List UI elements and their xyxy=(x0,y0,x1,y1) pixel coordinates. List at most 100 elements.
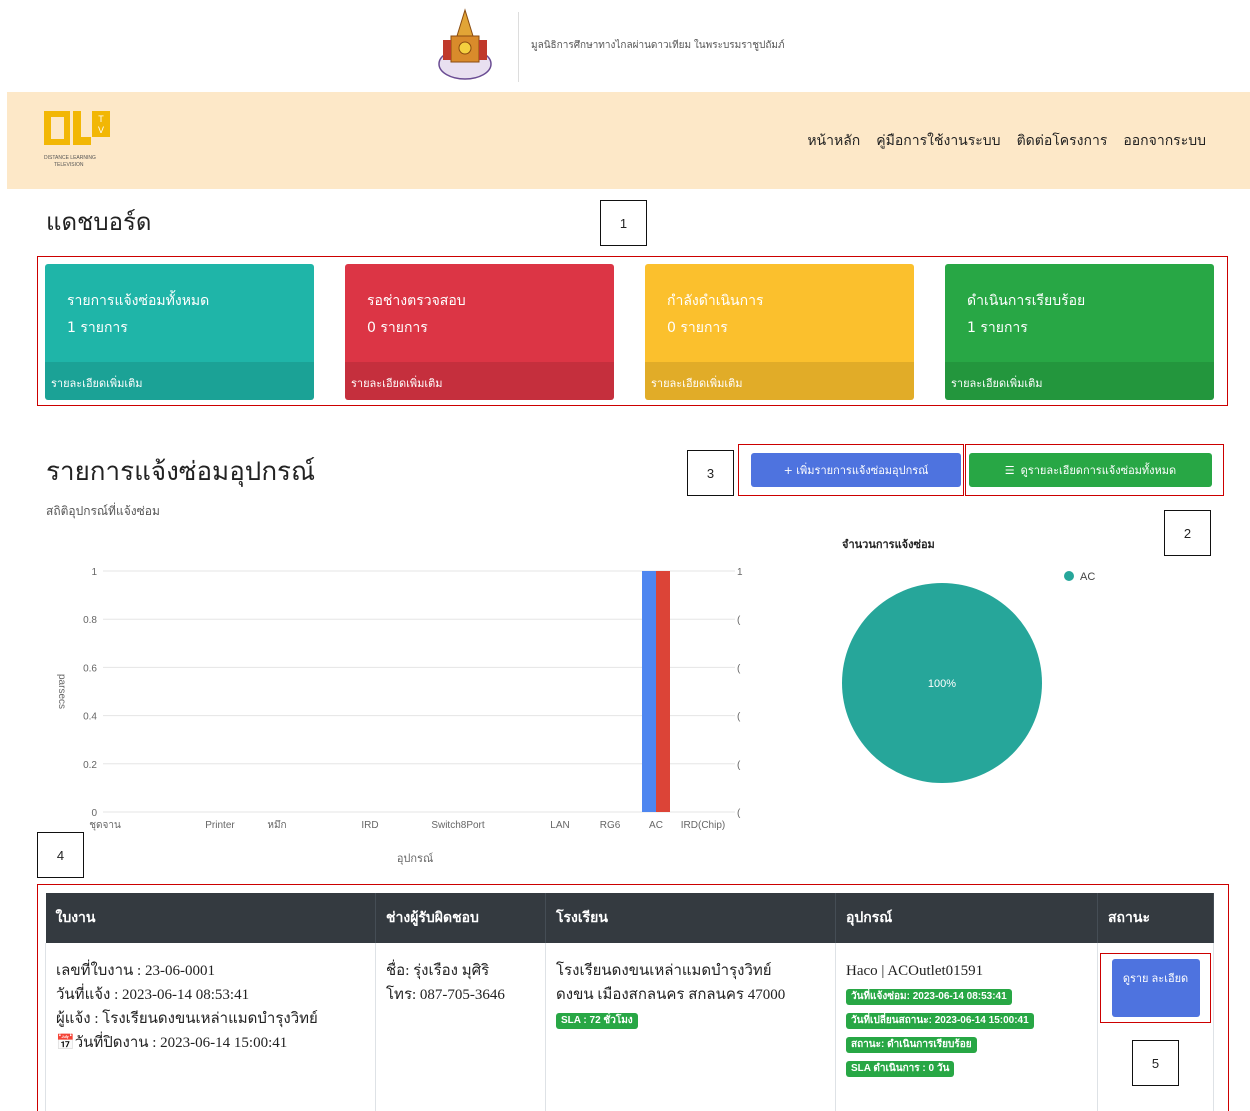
card-title: รายการแจ้งซ่อมทั้งหมด xyxy=(67,293,210,309)
x-tick-label: Switch8Port xyxy=(431,820,485,831)
card-count: 0 รายการ xyxy=(667,320,728,336)
pie-legend-label: AC xyxy=(1080,571,1095,583)
school-address: ดงขน เมืองสกลนคร สกลนคร 47000 xyxy=(556,987,786,1003)
pie-slice-label: 100% xyxy=(928,678,956,690)
close-date-line: 📅วันที่ปิดงาน : 2023-06-14 15:00:41 xyxy=(56,1031,365,1055)
sla-badge: SLA : 72 ชั่วโมง xyxy=(556,1013,638,1029)
foundation-name: มูลนิธิการศึกษาทางไกลผ่านดาวเทียม ในพระบ… xyxy=(531,40,785,51)
dltv-logo-caption: DISTANCE LEARNING xyxy=(44,155,96,161)
x-axis-label: อุปกรณ์ xyxy=(397,852,433,865)
card-all-requests: รายการแจ้งซ่อมทั้งหมด 1 รายการ รายละเอีย… xyxy=(45,264,314,400)
navbar: T V DISTANCE LEARNING TELEVISION หน้าหลั… xyxy=(7,92,1250,189)
col-device: อุปกรณ์ xyxy=(835,893,1098,943)
school-name: โรงเรียนดงขนเหล่าแมดบำรุงวิทย์ xyxy=(556,963,772,979)
card-title: ดำเนินการเรียบร้อย xyxy=(967,293,1086,309)
badge-report-date: วันที่แจ้งซ่อม: 2023-06-14 08:53:41 xyxy=(846,989,1012,1005)
card-more-link[interactable]: รายละเอียดเพิ่มเติม xyxy=(345,362,614,400)
card-completed: ดำเนินการเรียบร้อย 1 รายการ รายละเอียดเพ… xyxy=(945,264,1214,400)
bar-AC-0 xyxy=(642,571,656,812)
y-tick-label: 1 xyxy=(91,567,97,578)
card-waiting-inspection: รอช่างตรวจสอบ 0 รายการ รายละเอียดเพิ่มเต… xyxy=(345,264,614,400)
x-tick-label: IRD xyxy=(361,820,378,831)
view-all-label: ดูรายละเอียดการแจ้งซ่อมทั้งหมด xyxy=(1020,464,1177,477)
y-tick-label: 0.4 xyxy=(83,712,97,723)
dltv-logo-t: T xyxy=(98,114,104,124)
dltv-logo-v: V xyxy=(98,125,104,135)
technician-phone: โทร: 087-705-3646 xyxy=(386,987,505,1003)
y2-tick-label: ( xyxy=(737,808,741,819)
report-date: วันที่แจ้ง : 2023-06-14 08:53:41 xyxy=(56,987,250,1003)
section-title: รายการแจ้งซ่อมอุปกรณ์ xyxy=(46,457,316,487)
calendar-icon: 📅 xyxy=(56,1035,75,1051)
table-header-row: ใบงาน ช่างผู้รับผิดชอบ โรงเรียน อุปกรณ์ … xyxy=(45,893,1214,943)
col-school: โรงเรียน xyxy=(545,893,836,943)
y-tick-label: 0.8 xyxy=(83,615,97,626)
card-title: รอช่างตรวจสอบ xyxy=(367,293,466,309)
header-divider xyxy=(518,12,519,82)
nav-manual[interactable]: คู่มือการใช้งานระบบ xyxy=(876,130,1000,152)
dltv-logo-caption2: TELEVISION xyxy=(54,162,84,168)
list-icon: ☰ xyxy=(1004,463,1015,477)
cell-job: เลขที่ใบงาน : 23-06-0001 วันที่แจ้ง : 20… xyxy=(45,943,376,1111)
y2-tick-label: ( xyxy=(737,663,741,674)
x-tick-label: หมึก xyxy=(267,819,286,831)
pie-title: จำนวนการแจ้งซ่อม xyxy=(842,538,935,551)
card-count: 0 รายการ xyxy=(367,320,428,336)
view-all-repairs-button[interactable]: ☰ ดูรายละเอียดการแจ้งซ่อมทั้งหมด xyxy=(969,453,1212,487)
callout-number-1: 1 xyxy=(600,200,647,246)
nav-contact[interactable]: ติดต่อโครงการ xyxy=(1017,130,1108,152)
x-tick-label: AC xyxy=(649,820,663,831)
card-more-link[interactable]: รายละเอียดเพิ่มเติม xyxy=(645,362,914,400)
pie-legend-swatch xyxy=(1064,571,1074,581)
card-count: 1 รายการ xyxy=(67,320,128,336)
col-status: สถานะ xyxy=(1097,893,1214,943)
card-title: กำลังดำเนินการ xyxy=(667,293,764,309)
cell-device: Haco | ACOutlet01591 วันที่แจ้งซ่อม: 202… xyxy=(835,943,1098,1111)
page-title: แดชบอร์ด xyxy=(46,208,152,236)
callout-number-2: 2 xyxy=(1164,510,1211,556)
reporter: ผู้แจ้ง : โรงเรียนดงขนเหล่าแมดบำรุงวิทย์ xyxy=(56,1011,318,1027)
badge-status-change: วันที่เปลี่ยนสถานะ: 2023-06-14 15:00:41 xyxy=(846,1013,1034,1029)
badge-status: สถานะ: ดำเนินการเรียบร้อย xyxy=(846,1037,977,1053)
job-number: เลขที่ใบงาน : 23-06-0001 xyxy=(56,963,215,979)
pie-chart: จำนวนการแจ้งซ่อม 100% AC xyxy=(842,538,1095,783)
close-date: วันที่ปิดงาน : 2023-06-14 15:00:41 xyxy=(74,1035,288,1051)
bar-chart: 1 1 0.8 (0.6 (0.4 (0.2 (0 (ชุดจาน Printer หมึก IRD… xyxy=(56,567,743,865)
x-tick-label: RG6 xyxy=(600,820,621,831)
callout-number-4: 4 xyxy=(37,832,84,878)
y-axis-label: parsecs xyxy=(56,674,67,709)
table-row: เลขที่ใบงาน : 23-06-0001 วันที่แจ้ง : 20… xyxy=(45,943,1214,1111)
card-more-link[interactable]: รายละเอียดเพิ่มเติม xyxy=(945,362,1214,400)
x-tick-label: Printer xyxy=(205,820,235,831)
y-tick-label: 0 xyxy=(91,808,97,819)
card-count: 1 รายการ xyxy=(967,320,1028,336)
technician-name: ชื่อ: รุ่งเรือง มุศิริ xyxy=(386,963,490,979)
cell-technician: ชื่อ: รุ่งเรือง มุศิริ โทร: 087-705-3646 xyxy=(375,943,546,1111)
x-tick-label: ชุดจาน xyxy=(89,820,121,831)
y2-tick-label: ( xyxy=(737,712,741,723)
y2-tick-label: 1 xyxy=(737,567,743,578)
header-band: มูลนิธิการศึกษาทางไกลผ่านดาวเทียม ในพระบ… xyxy=(0,0,1250,90)
dltv-logo[interactable]: T V DISTANCE LEARNING TELEVISION xyxy=(42,109,122,175)
col-technician: ช่างผู้รับผิดชอบ xyxy=(375,893,546,943)
card-in-progress: กำลังดำเนินการ 0 รายการ รายละเอียดเพิ่มเ… xyxy=(645,264,914,400)
callout-number-3: 3 xyxy=(687,450,734,496)
callout-frame-detail xyxy=(1100,953,1211,1023)
badge-sla-duration: SLA ดำเนินการ : 0 วัน xyxy=(846,1061,955,1077)
y2-tick-label: ( xyxy=(737,615,741,626)
foundation-seal-logo xyxy=(438,8,492,80)
callout-number-5: 5 xyxy=(1132,1040,1179,1086)
bar-AC-1 xyxy=(656,571,670,812)
nav-menu: หน้าหลัก คู่มือการใช้งานระบบ ติดต่อโครงก… xyxy=(807,130,1206,152)
y-tick-label: 0.2 xyxy=(83,760,97,771)
nav-home[interactable]: หน้าหลัก xyxy=(807,130,860,152)
nav-logout[interactable]: ออกจากระบบ xyxy=(1123,130,1206,152)
x-tick-label: IRD(Chip) xyxy=(681,820,725,831)
card-more-link[interactable]: รายละเอียดเพิ่มเติม xyxy=(45,362,314,400)
col-job: ใบงาน xyxy=(45,893,376,943)
section-subtitle: สถิติอุปกรณ์ที่แจ้งซ่อม xyxy=(46,504,160,518)
tickets-table: ใบงาน ช่างผู้รับผิดชอบ โรงเรียน อุปกรณ์ … xyxy=(45,893,1214,1111)
y2-tick-label: ( xyxy=(737,760,741,771)
add-repair-button[interactable]: + เพิ่มรายการแจ้งซ่อมอุปกรณ์ xyxy=(751,453,961,487)
device-name: Haco | ACOutlet01591 xyxy=(846,963,984,979)
